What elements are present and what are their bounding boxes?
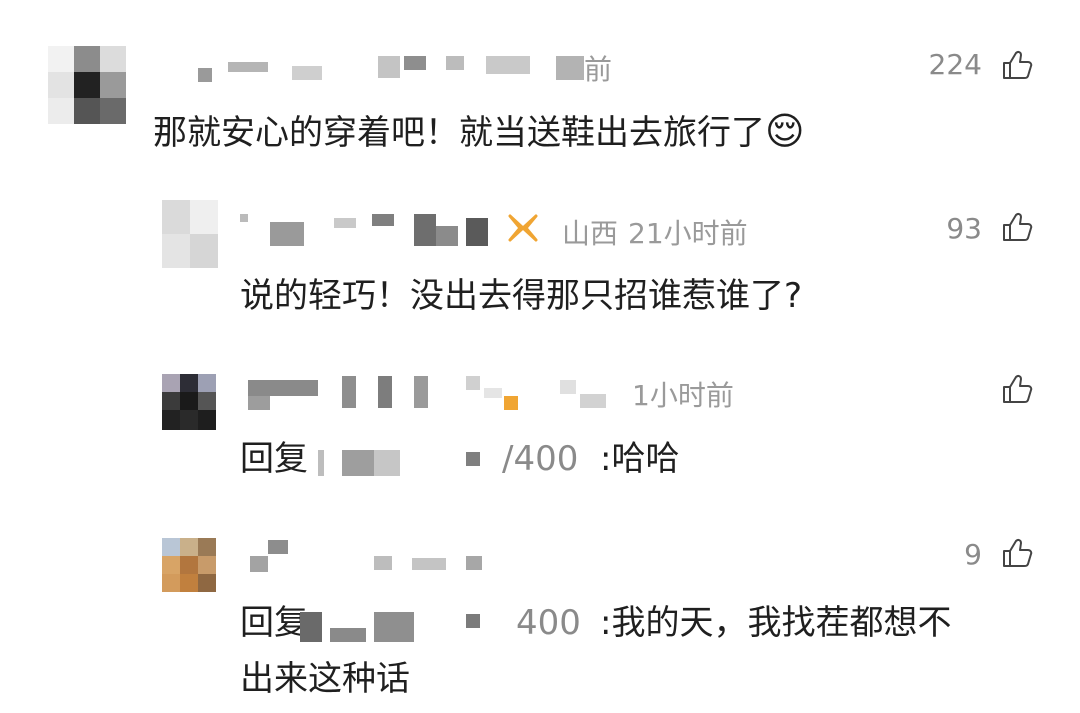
relieved-face-emoji: 😌 <box>765 109 805 153</box>
comment-time: 21小时前 <box>628 217 748 250</box>
comment-text: :我的天，我找茬都想不 <box>600 603 952 643</box>
like-count: 224 <box>928 48 982 81</box>
avatar[interactable] <box>162 538 216 592</box>
avatar[interactable] <box>162 374 216 430</box>
avatar[interactable] <box>162 200 218 268</box>
comment-time: 前 <box>584 53 613 86</box>
avatar[interactable] <box>48 46 128 126</box>
gold-badge-icon <box>508 214 538 242</box>
like-count: 9 <box>964 538 982 571</box>
reply-prefix: 回复 <box>240 603 308 643</box>
comment-time: 1小时前 <box>632 379 734 412</box>
comment-location: 山西 <box>562 217 619 250</box>
comment-text-continued: 出来这种话 <box>240 659 410 699</box>
reply-target-tail: /400 <box>502 439 579 479</box>
like-count: 93 <box>946 212 982 245</box>
comment-text: 那就安心的穿着吧！就当送鞋出去旅行了😌 <box>153 109 805 153</box>
thumbs-up-icon[interactable] <box>1000 48 1034 82</box>
comment-text: 说的轻巧！没出去得那只招谁惹谁了? <box>240 276 803 316</box>
reply-target-tail: 400 <box>516 603 581 643</box>
thumbs-up-icon[interactable] <box>1000 210 1034 244</box>
thumbs-up-icon[interactable] <box>1000 372 1034 406</box>
reply-prefix: 回复 <box>240 439 308 479</box>
thumbs-up-icon[interactable] <box>1000 536 1034 570</box>
comment-text: :哈哈 <box>600 439 680 479</box>
